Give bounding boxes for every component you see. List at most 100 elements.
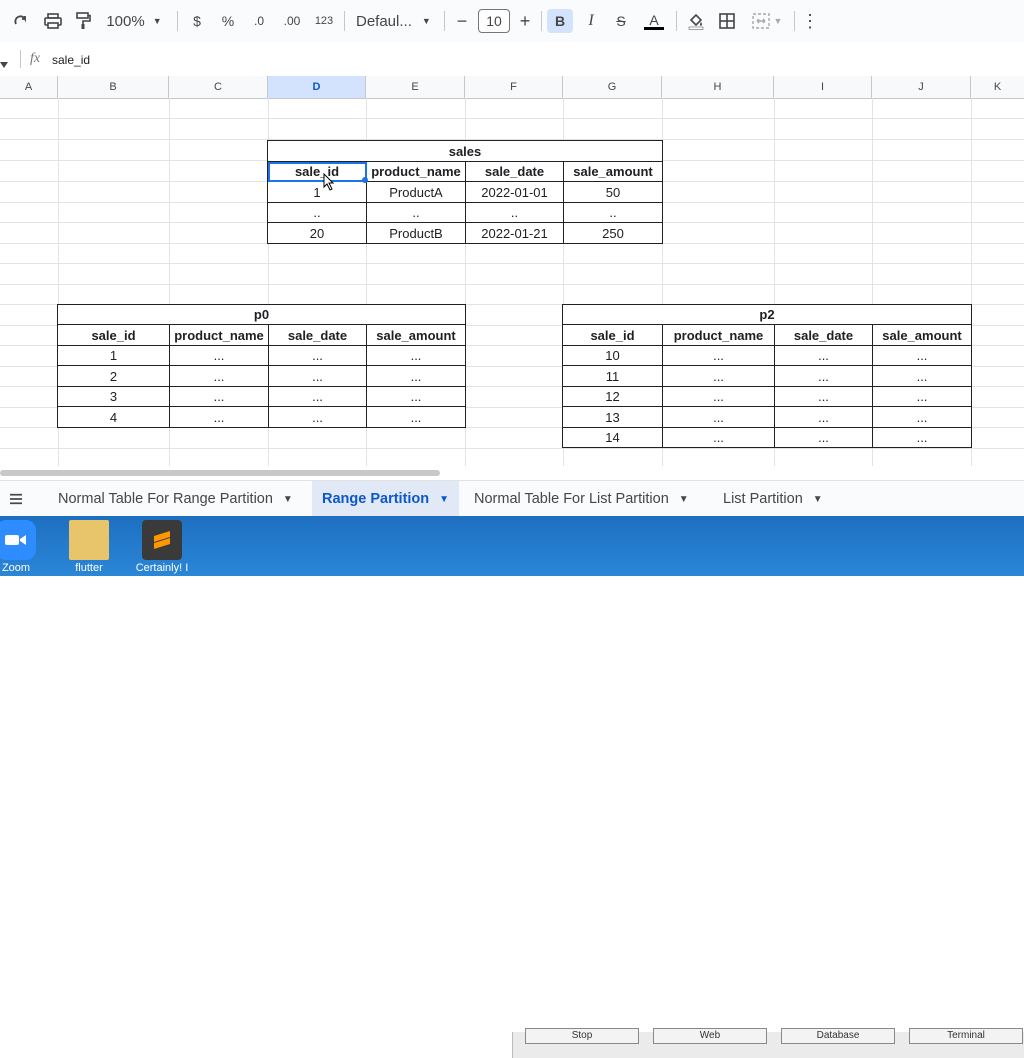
column-header-k[interactable]: K <box>971 76 1024 98</box>
table-cell[interactable]: ... <box>268 345 367 366</box>
table-cell[interactable]: ... <box>774 386 873 407</box>
paint-format-icon[interactable] <box>72 9 94 33</box>
merge-cells-icon[interactable]: ▼ <box>748 9 786 33</box>
table-cell[interactable]: .. <box>366 202 466 223</box>
p0-header-sale-amount[interactable]: sale_amount <box>366 324 466 346</box>
p0-header-product-name[interactable]: product_name <box>169 324 269 346</box>
table-cell[interactable]: ... <box>662 365 775 387</box>
currency-button[interactable]: $ <box>188 9 206 33</box>
bold-button[interactable]: B <box>547 9 573 33</box>
column-header-d[interactable]: D <box>268 76 366 98</box>
table-cell[interactable]: 1 <box>57 345 170 366</box>
increase-font-size-button[interactable]: + <box>515 9 535 33</box>
column-header-a[interactable]: A <box>0 76 58 98</box>
sheet-grid[interactable]: sales sale_id product_name sale_date sal… <box>0 98 1024 466</box>
column-header-c[interactable]: C <box>169 76 268 98</box>
table-cell[interactable]: ... <box>268 386 367 407</box>
table-cell[interactable]: ... <box>662 345 775 366</box>
column-header-b[interactable]: B <box>58 76 169 98</box>
p0-header-sale-id[interactable]: sale_id <box>57 324 170 346</box>
table-cell[interactable]: 50 <box>563 181 663 203</box>
tab-normal-table-list-partition[interactable]: Normal Table For List Partition ▼ <box>464 481 699 517</box>
p2-header-product-name[interactable]: product_name <box>662 324 775 346</box>
sales-header-sale-id[interactable]: sale_id <box>267 161 367 182</box>
table-cell[interactable]: .. <box>563 202 663 223</box>
table-cell[interactable]: ... <box>774 345 873 366</box>
scrollbar-thumb[interactable] <box>0 470 440 476</box>
p0-header-sale-date[interactable]: sale_date <box>268 324 367 346</box>
decrease-decimal-button[interactable]: .0 <box>248 9 270 33</box>
text-color-button[interactable]: A <box>642 9 666 33</box>
strikethrough-button[interactable]: S <box>610 9 632 33</box>
print-icon[interactable] <box>42 9 64 33</box>
table-cell[interactable]: ... <box>366 345 466 366</box>
terminal-button[interactable]: Terminal <box>909 1028 1023 1044</box>
column-header-i[interactable]: I <box>774 76 872 98</box>
sales-table-title[interactable]: sales <box>267 140 663 162</box>
font-select[interactable]: Defaul... ▼ <box>356 9 436 33</box>
table-cell[interactable]: ... <box>366 406 466 428</box>
table-cell[interactable]: 2022-01-01 <box>465 181 564 203</box>
table-cell[interactable]: 14 <box>562 427 663 448</box>
table-cell[interactable]: ... <box>169 386 269 407</box>
table-cell[interactable]: ProductB <box>366 222 466 244</box>
sales-header-sale-amount[interactable]: sale_amount <box>563 161 663 182</box>
table-cell[interactable]: ... <box>662 427 775 448</box>
font-size-field[interactable]: 10 <box>477 9 511 33</box>
table-cell[interactable]: ... <box>366 386 466 407</box>
column-header-g[interactable]: G <box>563 76 662 98</box>
table-cell[interactable]: 13 <box>562 406 663 428</box>
tab-normal-table-range-partition[interactable]: Normal Table For Range Partition ▼ <box>48 481 303 517</box>
more-options-icon[interactable]: ⋮ <box>800 9 820 33</box>
number-format-button[interactable]: 123 <box>312 9 336 33</box>
column-header-e[interactable]: E <box>366 76 465 98</box>
p2-table-title[interactable]: p2 <box>562 304 972 325</box>
percent-button[interactable]: % <box>218 9 238 33</box>
table-cell[interactable]: ... <box>169 365 269 387</box>
table-cell[interactable]: ... <box>872 406 972 428</box>
p2-header-sale-amount[interactable]: sale_amount <box>872 324 972 346</box>
table-cell[interactable]: 3 <box>57 386 170 407</box>
stop-button[interactable]: Stop <box>525 1028 639 1044</box>
table-cell[interactable]: 20 <box>267 222 367 244</box>
table-cell[interactable]: 4 <box>57 406 170 428</box>
table-cell[interactable]: ... <box>662 386 775 407</box>
fill-color-icon[interactable] <box>685 9 707 33</box>
decrease-font-size-button[interactable]: − <box>452 9 472 33</box>
table-cell[interactable]: ... <box>872 386 972 407</box>
table-cell[interactable]: ... <box>268 406 367 428</box>
database-button[interactable]: Database <box>781 1028 895 1044</box>
horizontal-scrollbar[interactable] <box>0 466 1024 480</box>
table-cell[interactable]: 10 <box>562 345 663 366</box>
redo-icon[interactable] <box>10 9 32 33</box>
table-cell[interactable]: ... <box>872 365 972 387</box>
p2-header-sale-date[interactable]: sale_date <box>774 324 873 346</box>
desktop-icon-flutter[interactable]: flutter <box>59 520 119 574</box>
all-sheets-menu-icon[interactable] <box>0 481 32 517</box>
tab-list-partition[interactable]: List Partition ▼ <box>713 481 833 517</box>
table-cell[interactable]: ... <box>774 427 873 448</box>
tab-range-partition[interactable]: Range Partition ▼ <box>312 481 460 517</box>
table-cell[interactable]: 12 <box>562 386 663 407</box>
table-cell[interactable]: ... <box>774 406 873 428</box>
increase-decimal-button[interactable]: .00 <box>280 9 304 33</box>
sales-header-sale-date[interactable]: sale_date <box>465 161 564 182</box>
table-cell[interactable]: ... <box>662 406 775 428</box>
table-cell[interactable]: ... <box>268 365 367 387</box>
name-box-dropdown-icon[interactable] <box>0 55 8 68</box>
table-cell[interactable]: 1 <box>267 181 367 203</box>
column-header-h[interactable]: H <box>662 76 774 98</box>
web-button[interactable]: Web <box>653 1028 767 1044</box>
table-cell[interactable]: ProductA <box>366 181 466 203</box>
table-cell[interactable]: ... <box>872 345 972 366</box>
italic-button[interactable]: I <box>580 9 602 33</box>
borders-icon[interactable] <box>716 9 738 33</box>
table-cell[interactable]: ... <box>169 345 269 366</box>
column-header-f[interactable]: F <box>465 76 563 98</box>
column-header-j[interactable]: J <box>872 76 971 98</box>
table-cell[interactable]: .. <box>465 202 564 223</box>
sales-header-product-name[interactable]: product_name <box>366 161 466 182</box>
zoom-select[interactable]: 100% ▼ <box>104 9 164 33</box>
table-cell[interactable]: ... <box>366 365 466 387</box>
p0-table-title[interactable]: p0 <box>57 304 466 325</box>
